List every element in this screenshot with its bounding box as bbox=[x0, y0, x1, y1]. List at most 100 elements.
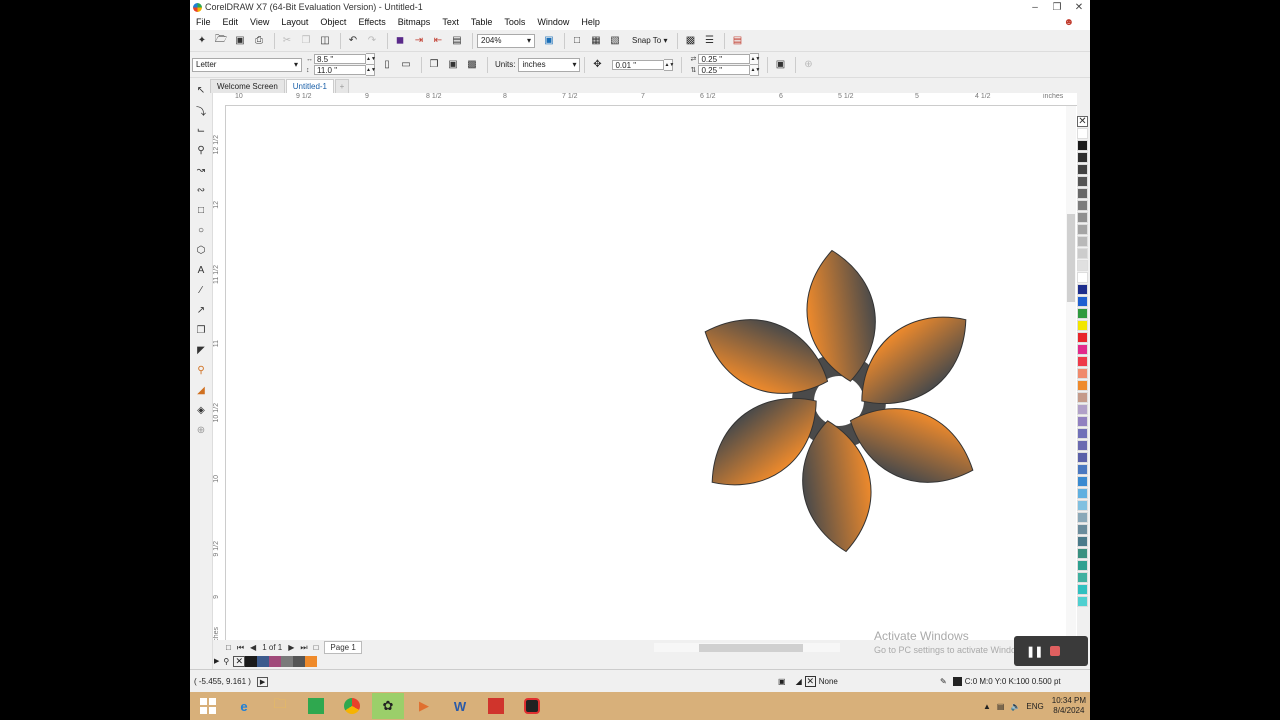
clock[interactable]: 10:34 PM 8/4/2024 bbox=[1052, 696, 1086, 716]
palette-swatch[interactable] bbox=[1077, 368, 1088, 379]
text-tool-icon[interactable]: A bbox=[192, 261, 210, 279]
current-page-icon[interactable]: ▣ bbox=[445, 57, 461, 73]
pick-tool-icon[interactable]: ↖ bbox=[192, 81, 210, 99]
nudge-spinner[interactable]: ▲▼ bbox=[664, 58, 674, 71]
horizontal-scrollbar[interactable] bbox=[654, 643, 840, 652]
add-page-icon[interactable]: □ bbox=[226, 643, 231, 652]
palette-swatch[interactable] bbox=[1077, 296, 1088, 307]
acrobat-icon[interactable] bbox=[480, 693, 512, 719]
document-palette-swatch[interactable] bbox=[281, 655, 294, 667]
palette-swatch[interactable] bbox=[1077, 500, 1088, 511]
dup-y-spinner[interactable]: ▲▼ bbox=[750, 64, 760, 76]
palette-swatch[interactable] bbox=[1077, 272, 1088, 283]
menu-view[interactable]: View bbox=[250, 17, 269, 27]
show-grid-icon[interactable]: ▦ bbox=[588, 33, 604, 49]
palette-swatch[interactable] bbox=[1077, 428, 1088, 439]
import-icon[interactable]: ⇥ bbox=[411, 33, 427, 49]
palette-swatch[interactable] bbox=[1077, 404, 1088, 415]
page-size-select[interactable]: Letter ▾ bbox=[192, 57, 302, 72]
palette-swatch[interactable] bbox=[1077, 176, 1088, 187]
vertical-ruler[interactable]: 12 1/2 12 11 1/2 11 10 1/2 10 9 1/2 9 in… bbox=[213, 105, 226, 640]
language-indicator[interactable]: ENG bbox=[1026, 702, 1043, 711]
palette-swatch[interactable] bbox=[1077, 200, 1088, 211]
interactive-fill-icon[interactable]: ◢ bbox=[192, 381, 210, 399]
speaker-icon[interactable]: 🔈 bbox=[1010, 702, 1020, 711]
cut-icon[interactable]: ✂ bbox=[279, 33, 295, 49]
document-palette-swatch[interactable] bbox=[245, 655, 258, 667]
drop-shadow-icon[interactable]: ❐ bbox=[192, 321, 210, 339]
palette-swatch[interactable] bbox=[1077, 572, 1088, 583]
transparency-icon[interactable]: ◤ bbox=[192, 341, 210, 359]
palette-swatch[interactable] bbox=[1077, 260, 1088, 271]
no-color-swatch[interactable]: ✕ bbox=[1077, 116, 1088, 127]
palette-swatch[interactable] bbox=[1077, 464, 1088, 475]
horizontal-ruler[interactable]: 10 9 1/2 9 8 1/2 8 7 1/2 7 6 1/2 6 5 1/2… bbox=[225, 93, 1077, 106]
palette-swatch[interactable] bbox=[1077, 128, 1088, 139]
prev-page-icon[interactable]: ◀ bbox=[250, 643, 256, 652]
zoom-tool-icon[interactable]: ⚲ bbox=[192, 141, 210, 159]
vertical-scroll-thumb[interactable] bbox=[1067, 214, 1075, 302]
document-palette-swatch[interactable] bbox=[305, 655, 318, 667]
pause-icon[interactable]: ❚❚ bbox=[1026, 645, 1043, 658]
search-content-icon[interactable]: ◼ bbox=[392, 33, 408, 49]
menu-tools[interactable]: Tools bbox=[504, 17, 525, 27]
parallel-dimension-icon[interactable]: ∕ bbox=[192, 281, 210, 299]
add-page-after-icon[interactable]: □ bbox=[314, 643, 319, 652]
recorder-icon[interactable] bbox=[516, 693, 548, 719]
palette-swatch[interactable] bbox=[1077, 416, 1088, 427]
portrait-icon[interactable]: ▯ bbox=[379, 57, 395, 73]
color-eyedropper-icon[interactable]: ⚲ bbox=[192, 361, 210, 379]
height-spinner[interactable]: ▲▼ bbox=[366, 64, 376, 76]
palette-swatch[interactable] bbox=[1077, 188, 1088, 199]
menu-file[interactable]: File bbox=[196, 17, 211, 27]
flower-group[interactable] bbox=[691, 246, 986, 556]
add-tool-icon[interactable]: ⊕ bbox=[192, 421, 210, 439]
palette-swatch[interactable] bbox=[1077, 332, 1088, 343]
last-page-icon[interactable]: ⏭ bbox=[300, 643, 307, 653]
options-icon[interactable]: ☰ bbox=[701, 33, 717, 49]
all-pages-icon[interactable]: ❐ bbox=[426, 57, 442, 73]
palette-swatch[interactable] bbox=[1077, 308, 1088, 319]
palette-swatch[interactable] bbox=[1077, 392, 1088, 403]
palette-swatch[interactable] bbox=[1077, 236, 1088, 247]
chrome-icon[interactable] bbox=[336, 693, 368, 719]
palette-swatch[interactable] bbox=[1077, 560, 1088, 571]
dup-y-field[interactable]: 0.25 " bbox=[698, 65, 751, 75]
restore-button[interactable]: ❐ bbox=[1046, 0, 1068, 14]
user-icon[interactable]: ☻ bbox=[1063, 17, 1074, 28]
palette-swatch[interactable] bbox=[1077, 440, 1088, 451]
tab-welcome-screen[interactable]: Welcome Screen bbox=[210, 79, 285, 93]
quick-customize-icon[interactable]: ▤ bbox=[729, 33, 745, 49]
crop-tool-icon[interactable]: ⌙ bbox=[192, 121, 210, 139]
palette-swatch[interactable] bbox=[1077, 524, 1088, 535]
play-icon[interactable]: ▶ bbox=[256, 676, 269, 687]
palette-swatch[interactable] bbox=[1077, 536, 1088, 547]
open-icon[interactable]: 🗁 bbox=[213, 33, 229, 49]
full-screen-icon[interactable]: ▣ bbox=[541, 33, 557, 49]
print-icon[interactable]: ⎙ bbox=[251, 33, 267, 49]
network-icon[interactable]: ▤ bbox=[997, 702, 1005, 711]
redo-icon[interactable]: ↷ bbox=[364, 33, 380, 49]
rectangle-tool-icon[interactable]: □ bbox=[192, 201, 210, 219]
export-icon[interactable]: ⇤ bbox=[430, 33, 446, 49]
page-height-field[interactable]: 11.0 " bbox=[314, 65, 366, 75]
nudge-field[interactable]: 0.01 " bbox=[612, 59, 665, 70]
store-icon[interactable] bbox=[300, 693, 332, 719]
add-icon[interactable]: ⊕ bbox=[800, 57, 816, 73]
menu-help[interactable]: Help bbox=[581, 17, 600, 27]
palette-swatch[interactable] bbox=[1077, 140, 1088, 151]
menu-edit[interactable]: Edit bbox=[223, 17, 239, 27]
palette-swatch[interactable] bbox=[1077, 224, 1088, 235]
palette-swatch[interactable] bbox=[1077, 152, 1088, 163]
show-guidelines-icon[interactable]: ▧ bbox=[607, 33, 623, 49]
save-icon[interactable]: ▣ bbox=[232, 33, 248, 49]
palette-swatch[interactable] bbox=[1077, 584, 1088, 595]
palette-swatch[interactable] bbox=[1077, 248, 1088, 259]
units-select[interactable]: inches ▾ bbox=[518, 57, 581, 72]
palette-swatch[interactable] bbox=[1077, 164, 1088, 175]
smart-fill-icon[interactable]: ◈ bbox=[192, 401, 210, 419]
dup-x-field[interactable]: 0.25 " bbox=[698, 54, 751, 64]
new-document-icon[interactable]: ✦ bbox=[194, 33, 210, 49]
palette-swatch[interactable] bbox=[1077, 548, 1088, 559]
show-rulers-icon[interactable]: □ bbox=[569, 33, 585, 49]
